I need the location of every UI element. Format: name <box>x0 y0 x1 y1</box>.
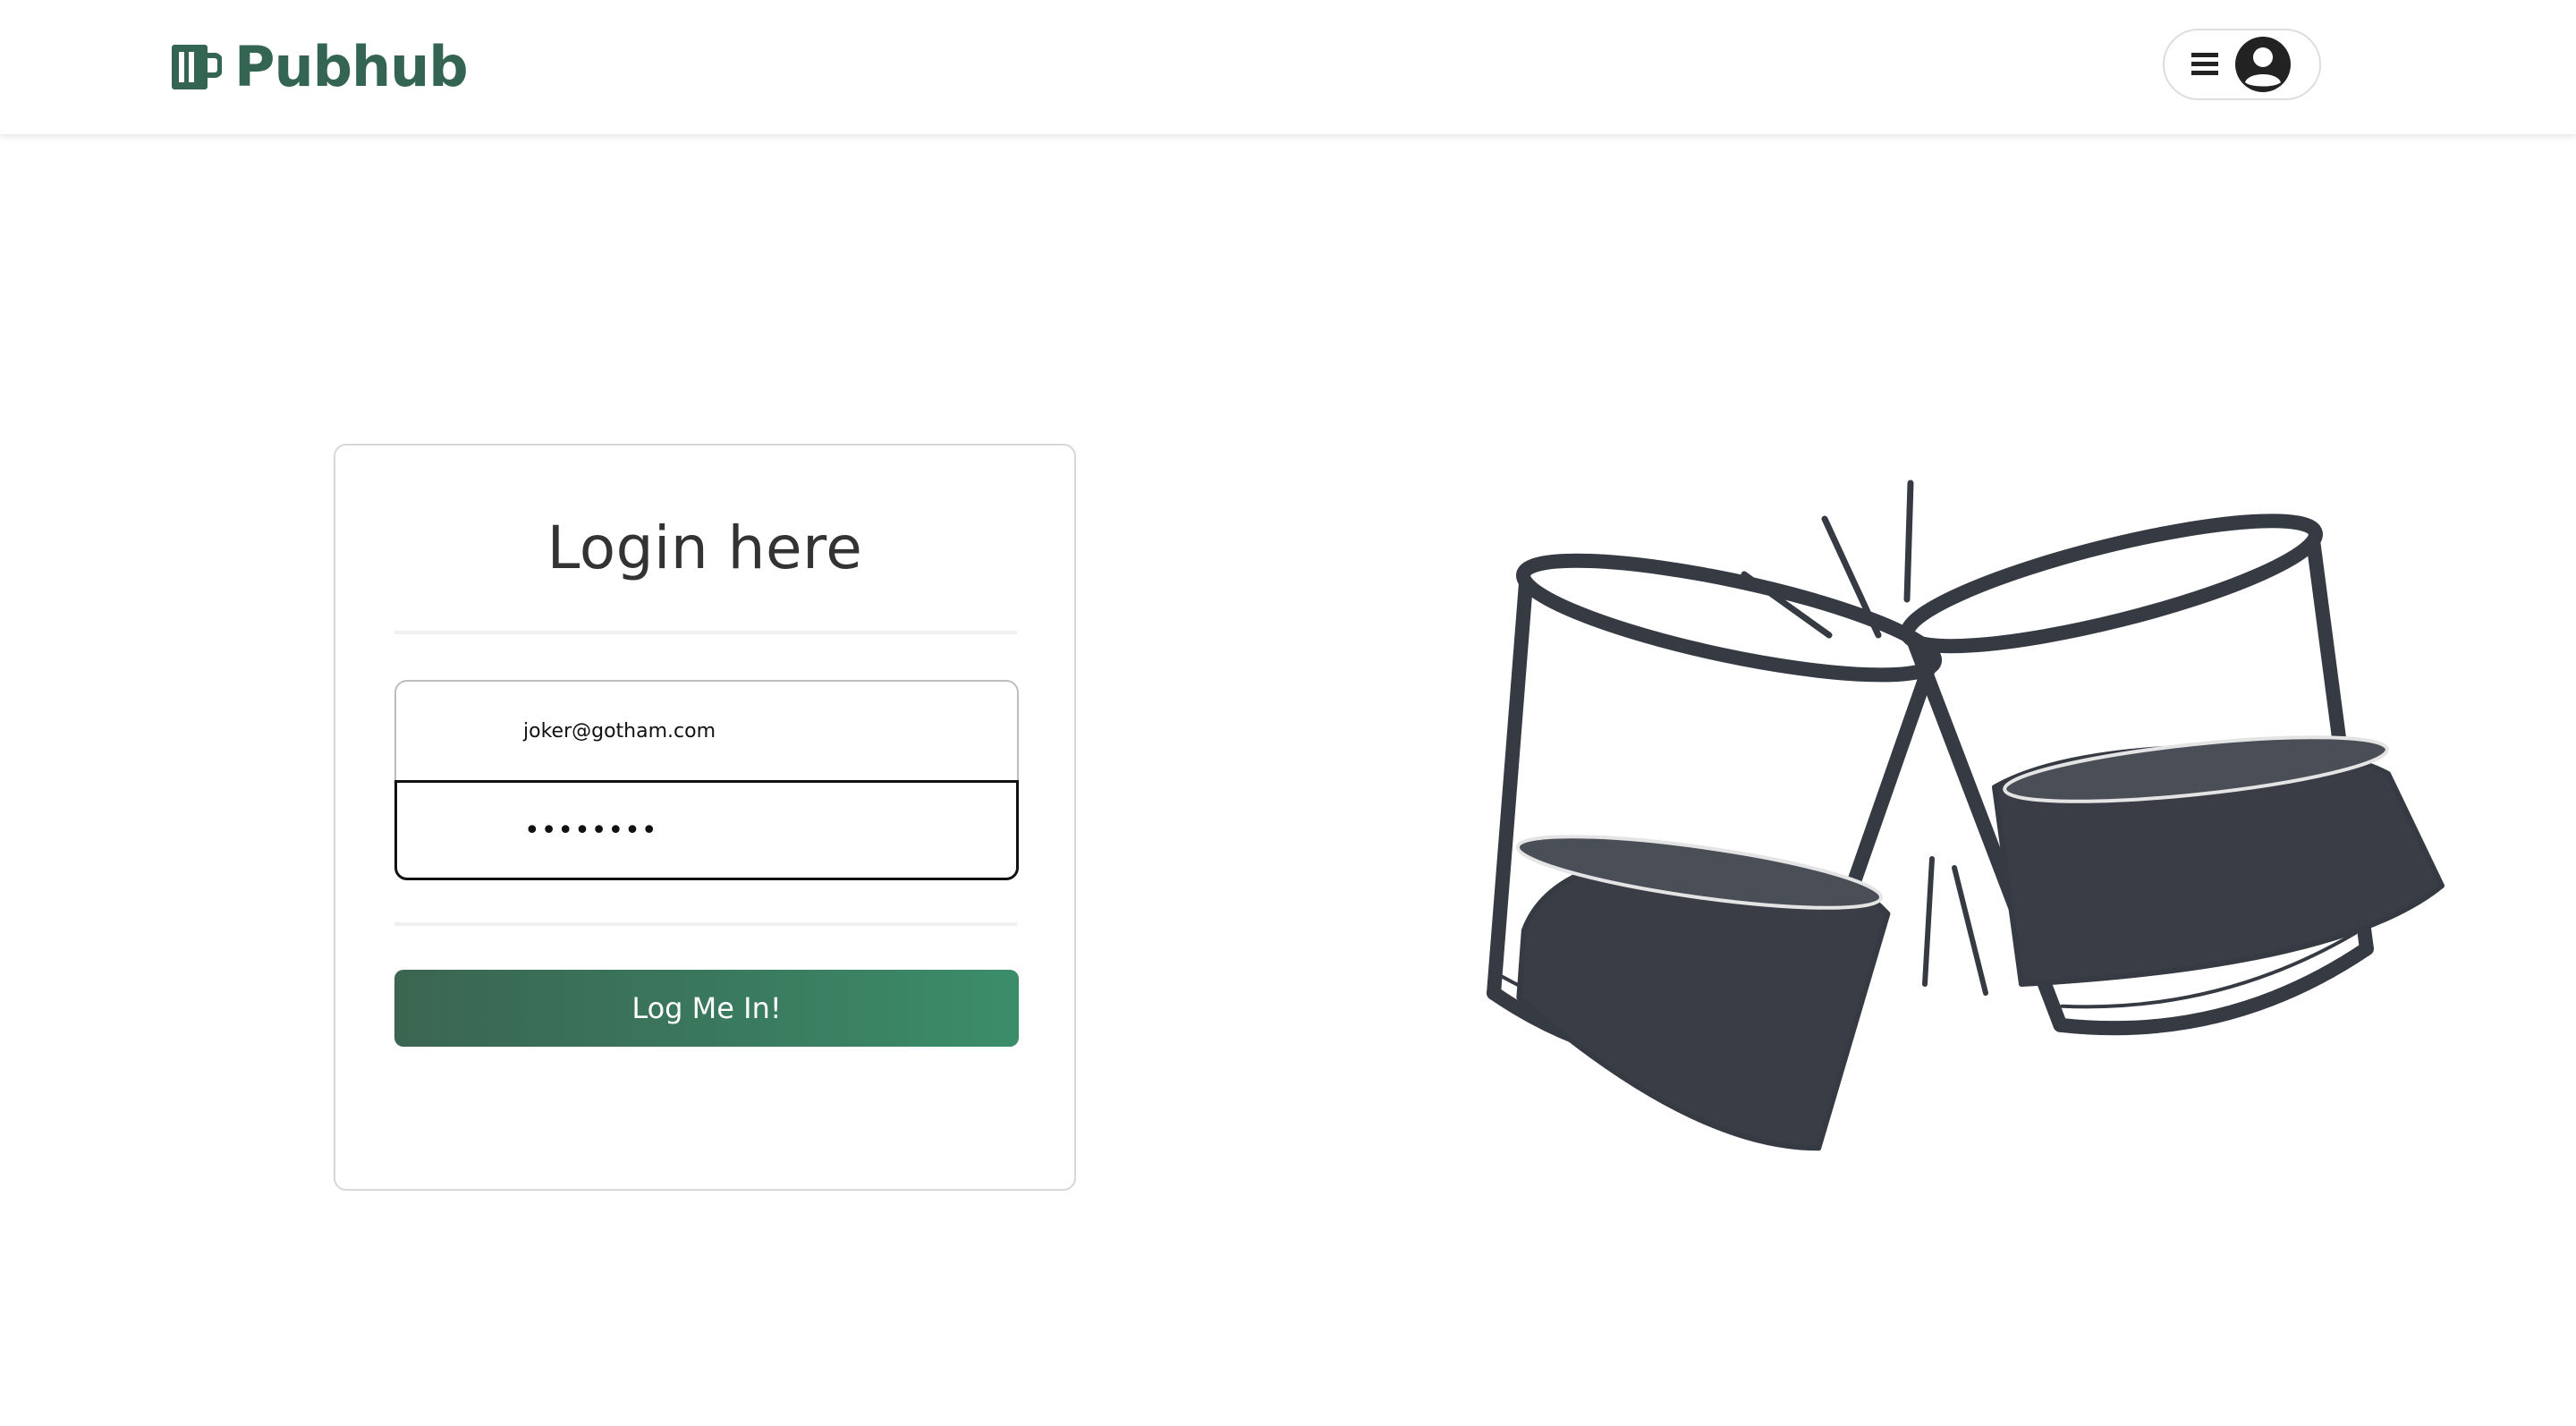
password-value: •••••••• <box>524 814 658 846</box>
user-avatar-icon <box>2235 37 2291 92</box>
email-field[interactable]: joker@gotham.com <box>394 680 1019 780</box>
login-button[interactable]: Log Me In! <box>394 970 1019 1047</box>
login-button-label: Log Me In! <box>631 991 782 1025</box>
clinking-glasses-illustration <box>1487 480 2445 1151</box>
top-navigation-bar: Pubhub <box>0 0 2576 135</box>
email-value: joker@gotham.com <box>523 719 716 743</box>
login-card: Login here joker@gotham.com •••••••• Log… <box>334 444 1076 1191</box>
password-field[interactable]: •••••••• <box>394 780 1019 880</box>
form-divider <box>394 922 1017 926</box>
user-menu-button[interactable] <box>2163 29 2321 100</box>
hamburger-icon <box>2191 53 2218 76</box>
brand-name: Pubhub <box>234 34 469 99</box>
beer-mug-icon <box>172 45 222 89</box>
title-divider <box>394 631 1017 634</box>
brand-logo[interactable]: Pubhub <box>170 34 469 99</box>
login-title: Login here <box>547 514 863 582</box>
